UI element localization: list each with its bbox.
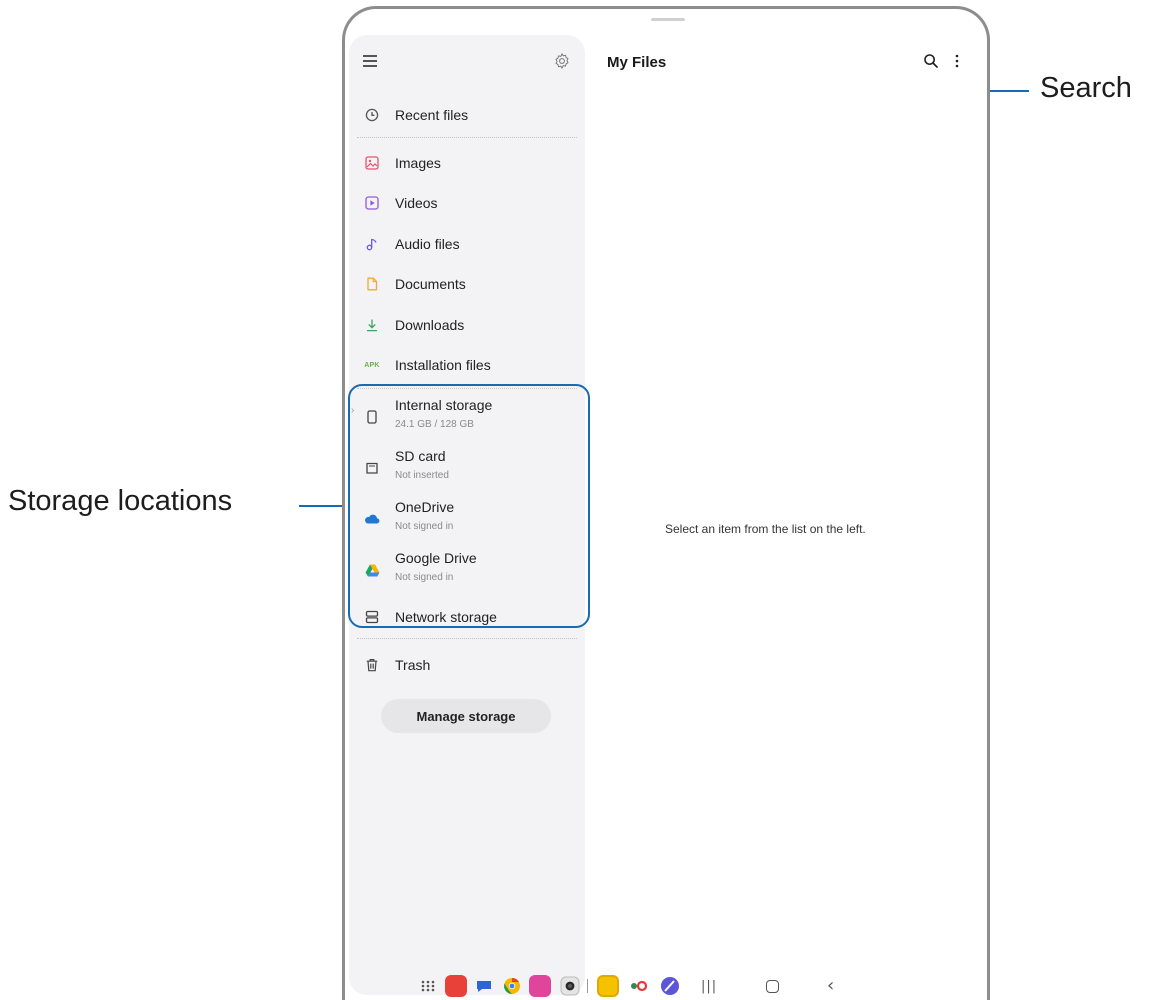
- recents-button[interactable]: |||: [701, 979, 717, 994]
- sidebar-item-label: Images: [395, 155, 441, 171]
- search-icon[interactable]: [923, 53, 939, 69]
- empty-state-message: Select an item from the list on the left…: [665, 522, 866, 536]
- manage-storage-button[interactable]: Manage storage: [381, 699, 551, 733]
- sidebar-item-label: Trash: [395, 657, 431, 673]
- image-icon: [363, 154, 381, 172]
- apk-icon: APK: [364, 361, 380, 369]
- document-icon: [363, 275, 381, 293]
- search-callout-label: Search: [1040, 72, 1132, 104]
- sidebar-item-label: Recent files: [395, 107, 469, 123]
- notes-app-icon[interactable]: [445, 975, 467, 997]
- sidebar-item-label: Audio files: [395, 236, 460, 252]
- hamburger-menu-icon[interactable]: [363, 55, 377, 67]
- sidebar-item-recent-files[interactable]: Recent files: [349, 97, 585, 133]
- sidebar-item-label: Downloads: [395, 317, 465, 333]
- sidebar-item-label: Videos: [395, 195, 438, 211]
- trash-icon: [363, 656, 381, 674]
- storage-locations-highlight: [348, 384, 590, 628]
- taskbar: ||| ‹: [345, 971, 987, 1000]
- page-title: My Files: [607, 54, 667, 71]
- storage-callout-label: Storage locations: [8, 485, 233, 517]
- taskbar-divider: [587, 979, 588, 993]
- download-icon: [363, 316, 381, 334]
- sidebar-item-videos[interactable]: Videos: [349, 185, 585, 221]
- sidebar-item-images[interactable]: Images: [349, 145, 585, 181]
- music-note-icon: [363, 235, 381, 253]
- sidebar-item-documents[interactable]: Documents: [349, 266, 585, 302]
- sidebar-item-label: Documents: [395, 276, 466, 292]
- sidebar-item-audio-files[interactable]: Audio files: [349, 226, 585, 262]
- more-options-icon[interactable]: [951, 53, 963, 69]
- sidebar-item-downloads[interactable]: Downloads: [349, 307, 585, 343]
- my-files-app-icon[interactable]: [597, 975, 619, 997]
- sidebar-item-installation-files[interactable]: APK Installation files: [349, 347, 585, 383]
- divider: [357, 137, 577, 138]
- camera-app-icon[interactable]: [559, 975, 581, 997]
- storage-callout-line: [299, 505, 348, 507]
- divider: [357, 638, 577, 639]
- gear-icon[interactable]: [553, 52, 571, 70]
- sidebar-item-trash[interactable]: Trash: [349, 647, 585, 683]
- drag-handle[interactable]: [651, 18, 685, 21]
- home-button[interactable]: [766, 980, 779, 993]
- bixby-app-icon[interactable]: [529, 975, 551, 997]
- messages-app-icon[interactable]: [473, 975, 495, 997]
- internet-app-icon[interactable]: [659, 975, 681, 997]
- chrome-app-icon[interactable]: [501, 975, 523, 997]
- clock-icon: [363, 106, 381, 124]
- video-icon: [363, 194, 381, 212]
- drawer-header: [349, 35, 585, 95]
- app-drawer-icon[interactable]: [417, 975, 439, 997]
- sidebar-item-label: Installation files: [395, 357, 491, 373]
- back-button[interactable]: ‹: [827, 975, 834, 996]
- recent-apps-pair-icon[interactable]: [627, 975, 649, 997]
